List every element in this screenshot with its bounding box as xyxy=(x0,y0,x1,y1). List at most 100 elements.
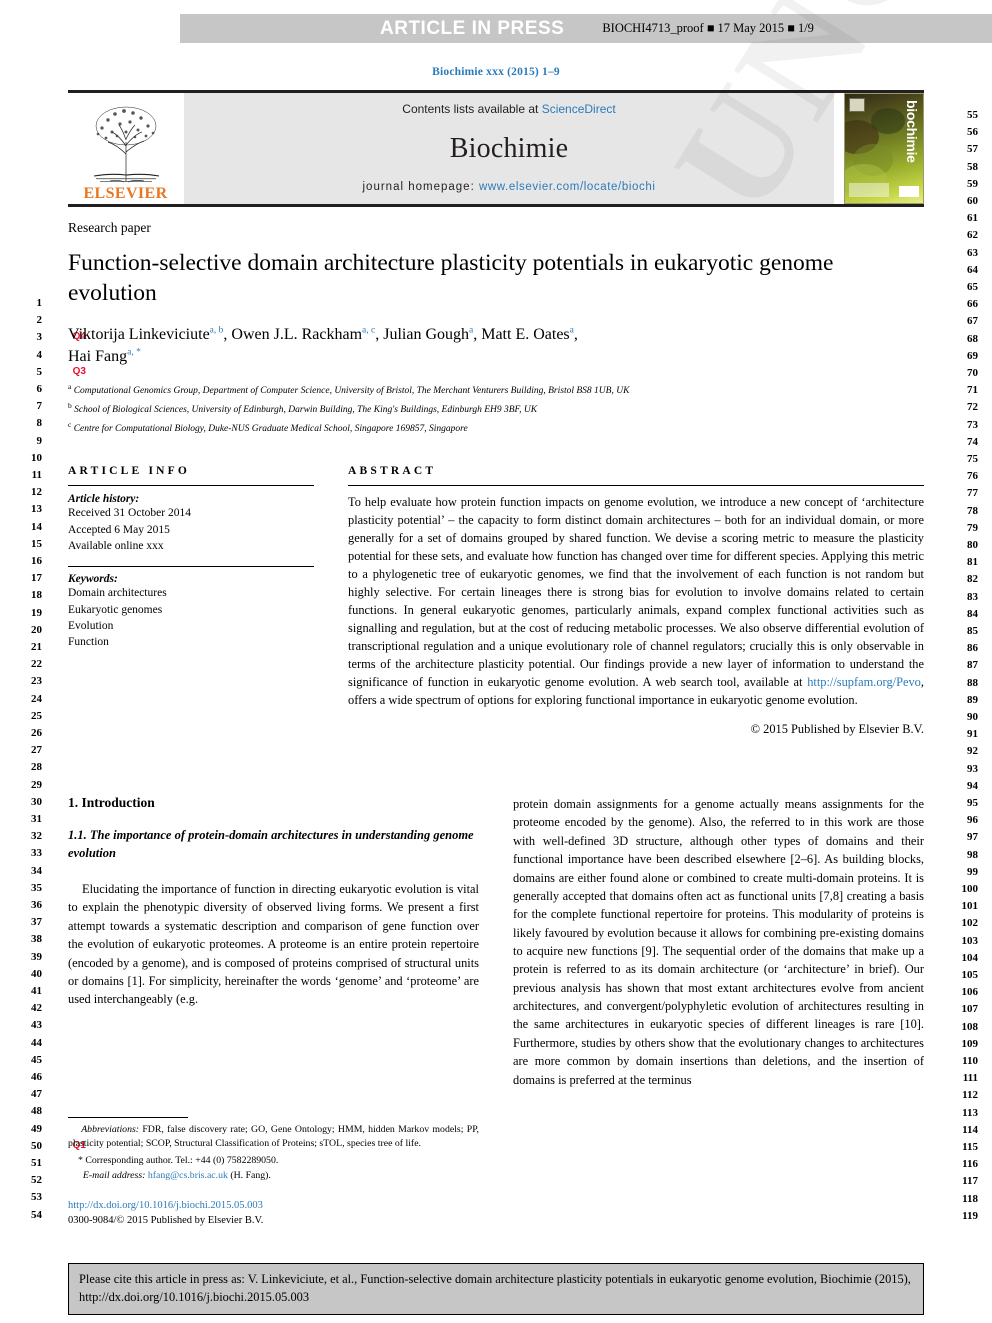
affiliation-marker: c xyxy=(68,419,72,429)
journal-reference: Biochimie xxx (2015) 1–9 xyxy=(432,66,560,78)
line-number: 99 xyxy=(967,865,978,878)
line-number: 31 xyxy=(31,813,42,825)
line-number: 47 xyxy=(31,1088,42,1101)
corresponding-author-note: * Corresponding author. Tel.: +44 (0) 75… xyxy=(68,1154,479,1183)
journal-homepage-line: journal homepage: www.elsevier.com/locat… xyxy=(363,181,656,193)
line-number: 111 xyxy=(962,1072,978,1085)
journal-masthead: ELSEVIER Contents lists available at Sci… xyxy=(68,93,924,204)
journal-cover-thumbnail[interactable]: biochimie xyxy=(844,93,924,204)
line-number: 49 xyxy=(31,1122,42,1135)
line-number: 50 xyxy=(31,1139,42,1152)
cover-caption-box xyxy=(849,183,889,197)
author-list: Viktorija Linkeviciutea, b, Owen J.L. Ra… xyxy=(68,325,578,366)
line-number: 75 xyxy=(967,453,978,465)
line-number: 81 xyxy=(967,556,978,569)
keywords-label: Keywords: xyxy=(68,573,118,586)
line-number: 58 xyxy=(967,160,978,173)
line-number: 15 xyxy=(31,537,42,550)
page-title: Function-selective domain architecture p… xyxy=(68,250,834,306)
line-number: 89 xyxy=(967,693,978,706)
masthead-center: Contents lists available at ScienceDirec… xyxy=(184,93,834,204)
author-affiliation-marker: a, * xyxy=(127,347,141,358)
info-abstract-row: ARTICLE INFO Article history: Received 3… xyxy=(68,465,924,737)
affiliation-list: a Computational Genomics Group, Departme… xyxy=(68,381,924,437)
keyword-item: Function xyxy=(68,636,109,649)
keyword-item: Evolution xyxy=(68,619,114,632)
affiliation: a Computational Genomics Group, Departme… xyxy=(68,382,630,397)
line-number: 101 xyxy=(961,900,979,913)
line-number: 110 xyxy=(962,1055,978,1067)
body-column-left: 1. Introduction 1.1. The importance of p… xyxy=(68,795,479,1089)
line-number: 46 xyxy=(31,1071,42,1083)
line-number: 41 xyxy=(31,985,42,997)
line-number: 5 xyxy=(36,365,43,378)
line-number: 94 xyxy=(967,779,978,792)
pevo-tool-link[interactable]: http://supfam.org/Pevo xyxy=(807,675,921,689)
elsevier-wordmark: ELSEVIER xyxy=(83,185,168,202)
line-number: 115 xyxy=(962,1141,978,1153)
line-number: 98 xyxy=(967,848,978,861)
author-name: Viktorija Linkeviciute xyxy=(68,326,210,344)
abstract-text: To help evaluate how protein function im… xyxy=(348,494,924,710)
line-number: 24 xyxy=(31,692,42,705)
line-number: 19 xyxy=(31,606,42,619)
line-number: 18 xyxy=(31,589,42,602)
line-number: 117 xyxy=(962,1175,978,1188)
article-history-block: Article history: Received 31 October 201… xyxy=(68,493,314,554)
line-number: 66 xyxy=(967,298,978,311)
line-number: 4 xyxy=(36,348,43,361)
line-number: 74 xyxy=(967,435,978,448)
line-number: 102 xyxy=(961,917,979,930)
line-number: 68 xyxy=(967,332,978,345)
doi-link[interactable]: http://dx.doi.org/10.1016/j.biochi.2015.… xyxy=(68,1198,479,1213)
footnote-block: Abbreviations: FDR, false discovery rate… xyxy=(68,1117,479,1228)
line-number: 104 xyxy=(961,951,979,964)
line-number: 16 xyxy=(31,555,42,567)
abbreviations-note: Abbreviations: FDR, false discovery rate… xyxy=(68,1123,479,1151)
line-number: 56 xyxy=(967,126,978,139)
line-number: 53 xyxy=(31,1191,42,1204)
line-number: 54 xyxy=(31,1208,42,1221)
contents-list-line: Contents lists available at ScienceDirec… xyxy=(402,102,615,116)
line-number: 7 xyxy=(36,400,43,413)
author-name: Hai Fang xyxy=(68,348,128,366)
cover-publisher-box xyxy=(899,186,919,197)
line-number: 45 xyxy=(31,1053,42,1066)
line-number: 60 xyxy=(967,195,978,207)
line-number: 43 xyxy=(31,1019,42,1032)
affiliation-marker: a xyxy=(68,382,72,392)
line-number: 12 xyxy=(31,486,42,499)
author-affiliation-marker: a, c xyxy=(362,325,376,336)
elsevier-tree-icon xyxy=(80,102,172,186)
line-number: 30 xyxy=(31,795,42,808)
line-number: 95 xyxy=(967,797,978,809)
line-number: 63 xyxy=(967,246,978,259)
body-paragraph-right: protein domain assignments for a genome … xyxy=(513,797,924,1087)
abstract-part-1: To help evaluate how protein function im… xyxy=(348,495,924,690)
body-column-right: protein domain assignments for a genome … xyxy=(513,795,924,1089)
line-number: 84 xyxy=(967,607,978,620)
line-number: 34 xyxy=(31,864,42,877)
email-link[interactable]: hfang@cs.bris.ac.uk xyxy=(148,1170,228,1181)
line-number: 25 xyxy=(31,709,42,722)
line-number: 39 xyxy=(31,950,42,963)
sciencedirect-link[interactable]: ScienceDirect xyxy=(542,102,616,116)
line-number: 103 xyxy=(961,934,979,947)
subsection-heading-1-1: 1.1. The importance of protein-domain ar… xyxy=(68,828,474,860)
line-number: 70 xyxy=(967,367,978,379)
line-number: 85 xyxy=(967,625,978,637)
line-number: 28 xyxy=(31,761,42,774)
line-number: 119 xyxy=(962,1209,978,1222)
line-number: 23 xyxy=(31,675,42,688)
line-number: 87 xyxy=(967,659,978,672)
cover-journal-title: biochimie xyxy=(904,100,920,163)
line-number: 38 xyxy=(31,933,42,946)
line-number: 1 xyxy=(36,297,43,309)
line-number: 40 xyxy=(31,967,42,980)
line-number: 112 xyxy=(962,1089,978,1102)
line-number: 36 xyxy=(31,899,42,911)
journal-homepage-link[interactable]: www.elsevier.com/locate/biochi xyxy=(479,181,656,193)
line-number: 33 xyxy=(31,847,42,860)
line-number: 77 xyxy=(967,487,978,500)
line-number: 59 xyxy=(967,177,978,190)
